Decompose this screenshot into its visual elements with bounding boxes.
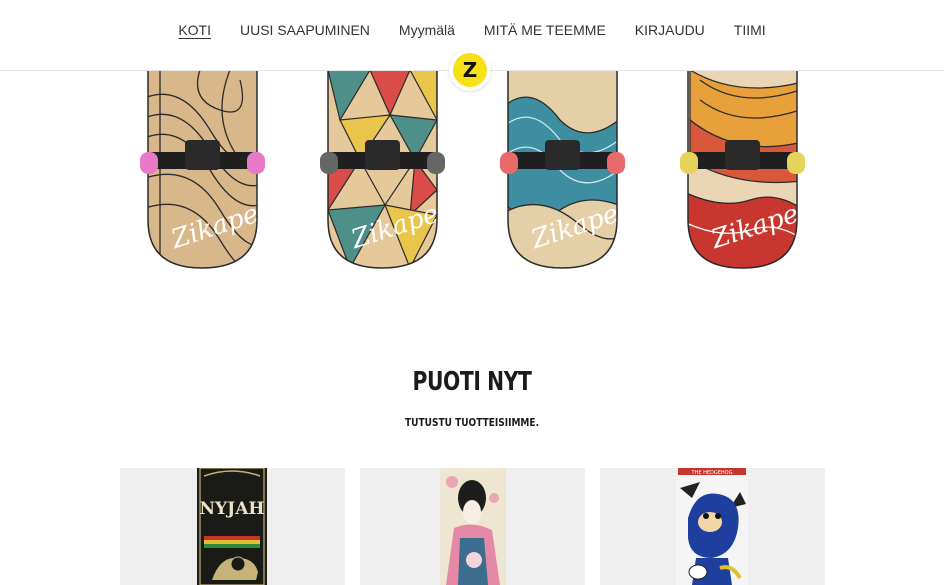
nav-item-myymala[interactable]: Myymälä <box>399 22 455 38</box>
site-logo[interactable]: Z <box>449 49 491 91</box>
shop-subtitle: TUTUSTU TUOTTEISIIMME. <box>405 416 539 429</box>
board-triangles[interactable]: Zikape <box>320 40 445 275</box>
product-card-nyjah[interactable]: NYJAH <box>120 468 345 585</box>
deck-text-hedgehog: THE HEDGEHOG <box>691 470 733 476</box>
product-image-hedgehog: THE HEDGEHOG <box>676 468 748 585</box>
main-nav: KOTI UUSI SAAPUMINEN Myymälä MITÄ ME TEE… <box>0 22 944 38</box>
nav-item-mita-me-teemme[interactable]: MITÄ ME TEEMME <box>484 22 606 38</box>
board-sunset[interactable]: Zikape <box>680 40 805 275</box>
nav-item-tiimi[interactable]: TIIMI <box>734 22 766 38</box>
product-image-nyjah: NYJAH <box>197 468 267 585</box>
nav-item-uusi-saapuminen[interactable]: UUSI SAAPUMINEN <box>240 22 370 38</box>
product-image-geisha <box>440 468 506 585</box>
product-card-geisha[interactable] <box>360 468 585 585</box>
board-waves[interactable]: Zikape <box>500 40 625 275</box>
deck-text-nyjah: NYJAH <box>200 499 265 519</box>
shop-title: PUOTI NYT <box>412 367 532 397</box>
nav-item-kirjaudu[interactable]: KIRJAUDU <box>635 22 705 38</box>
board-line-art[interactable]: Zikape <box>140 40 265 275</box>
product-card-hedgehog[interactable]: THE HEDGEHOG <box>600 468 825 585</box>
product-grid: NYJAH THE HEDGEHOG <box>120 468 825 585</box>
nav-item-koti[interactable]: KOTI <box>178 22 211 38</box>
logo-letter: Z <box>453 53 487 87</box>
